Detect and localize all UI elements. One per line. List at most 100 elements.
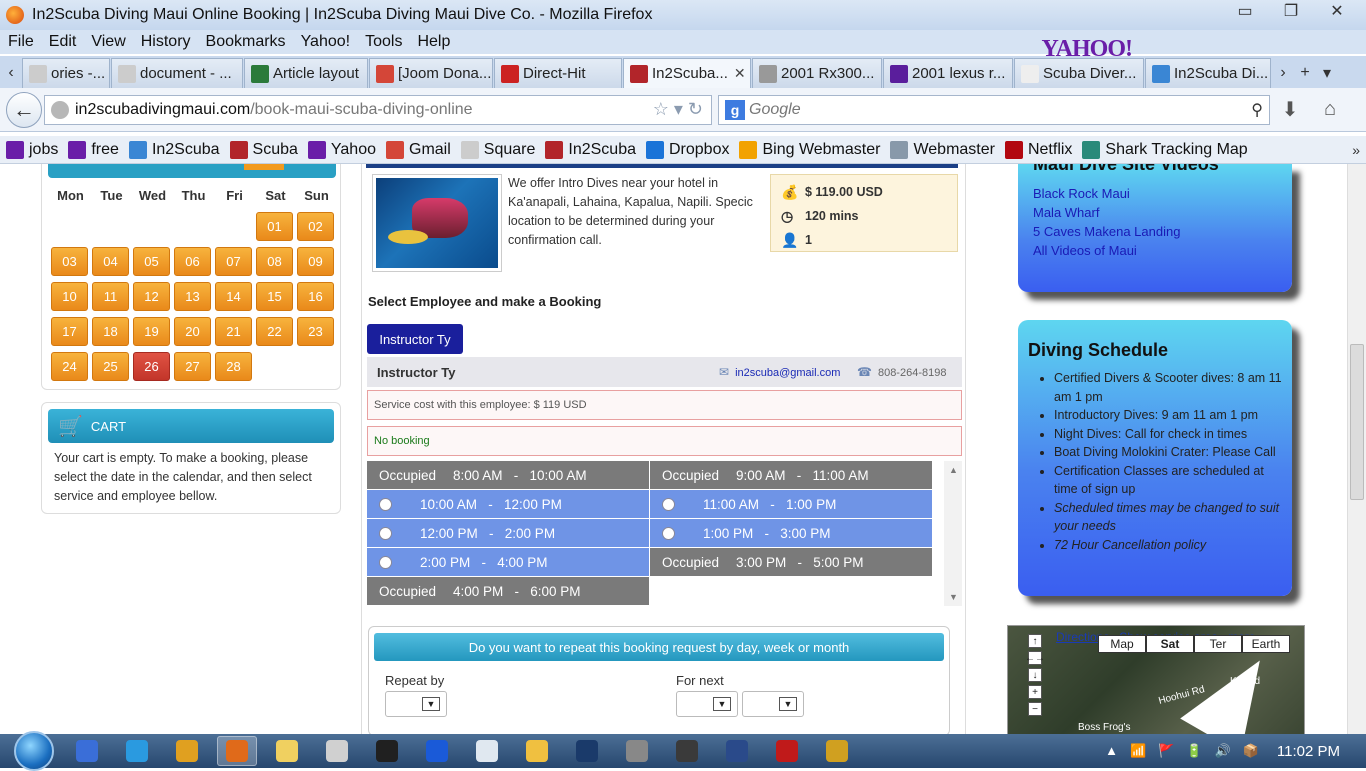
- new-tab-button[interactable]: +: [1294, 58, 1316, 88]
- calendar-day[interactable]: 26: [133, 352, 170, 381]
- calendar-day[interactable]: 16: [297, 282, 334, 311]
- calendar-day[interactable]: 01: [256, 212, 293, 241]
- browser-tab[interactable]: Article layout: [244, 58, 368, 88]
- calendar-day[interactable]: 24: [51, 352, 88, 381]
- tray-icon[interactable]: 📦: [1243, 743, 1259, 759]
- pdf-taskbar-button[interactable]: [767, 736, 807, 766]
- photoshop-taskbar-button[interactable]: [567, 736, 607, 766]
- calendar-day[interactable]: 15: [256, 282, 293, 311]
- available-slot[interactable]: 10:00 AM - 12:00 PM: [367, 490, 649, 519]
- available-slot[interactable]: 2:00 PM - 4:00 PM: [367, 548, 649, 577]
- scrollbar-thumb[interactable]: [1350, 344, 1364, 500]
- bookmark-item[interactable]: Scuba: [229, 140, 298, 159]
- restore-button[interactable]: ❐: [1268, 0, 1314, 22]
- calendar-day[interactable]: 13: [174, 282, 211, 311]
- upload-app-taskbar-button[interactable]: [417, 736, 457, 766]
- menu-item-edit[interactable]: Edit: [49, 33, 77, 51]
- map-type-button[interactable]: Earth: [1242, 635, 1290, 653]
- bookmark-item[interactable]: free: [68, 140, 119, 159]
- bookmark-item[interactable]: Gmail: [386, 140, 451, 159]
- calendar-day[interactable]: 22: [256, 317, 293, 346]
- folder-taskbar-button[interactable]: [517, 736, 557, 766]
- browser-tab[interactable]: document - ...: [111, 58, 243, 88]
- downloads-icon[interactable]: ⬇: [1270, 97, 1310, 122]
- browser-tab[interactable]: In2Scuba Di...: [1145, 58, 1271, 88]
- menu-item-file[interactable]: File: [8, 33, 34, 51]
- calendar-day[interactable]: 05: [133, 247, 170, 276]
- bookmarks-more-button[interactable]: »: [1352, 142, 1360, 158]
- minimize-button[interactable]: ▭: [1222, 0, 1268, 22]
- calendar-day[interactable]: 03: [51, 247, 88, 276]
- calendar-day[interactable]: 23: [297, 317, 334, 346]
- calendar-day[interactable]: 08: [256, 247, 293, 276]
- menu-item-yahoo[interactable]: Yahoo!: [301, 33, 351, 51]
- scroll-down-arrow-icon[interactable]: ▼: [949, 592, 958, 602]
- browser-tab[interactable]: Direct-Hit: [494, 58, 622, 88]
- for-next-count-select[interactable]: ▼: [676, 691, 738, 717]
- close-button[interactable]: ✕: [1314, 0, 1360, 22]
- calendar-day[interactable]: 25: [92, 352, 129, 381]
- bookmark-item[interactable]: In2Scuba: [128, 140, 220, 159]
- tray-icon[interactable]: 📶: [1130, 743, 1146, 759]
- slots-scrollbar[interactable]: ▲ ▼: [944, 461, 962, 606]
- bookmark-item[interactable]: Square: [460, 140, 535, 159]
- browser-tab[interactable]: In2Scuba... ✕: [623, 58, 751, 88]
- browser-tab[interactable]: Scuba Diver...: [1014, 58, 1144, 88]
- for-next-unit-select[interactable]: ▼: [742, 691, 804, 717]
- calendar-day[interactable]: 06: [174, 247, 211, 276]
- bookmark-item[interactable]: Bing Webmaster: [739, 140, 880, 159]
- menu-item-view[interactable]: View: [91, 33, 125, 51]
- tray-icon[interactable]: 🔊: [1215, 743, 1231, 759]
- search-input[interactable]: g Google ⚲: [718, 94, 1270, 125]
- bookmark-item[interactable]: Dropbox: [645, 140, 729, 159]
- calendar-day[interactable]: 21: [215, 317, 252, 346]
- calendar-day[interactable]: 12: [133, 282, 170, 311]
- slot-radio-button[interactable]: [662, 526, 675, 540]
- tools-taskbar-button[interactable]: [817, 736, 857, 766]
- calendar-day[interactable]: 14: [215, 282, 252, 311]
- map-type-button[interactable]: Map: [1098, 635, 1146, 653]
- video-link[interactable]: Mala Wharf: [1033, 203, 1292, 222]
- url-bar[interactable]: in2scubadivingmaui.com /book-maui-scuba-…: [44, 94, 712, 125]
- available-slot[interactable]: 11:00 AM - 1:00 PM: [650, 490, 932, 519]
- bookmark-item[interactable]: Netflix: [1004, 140, 1072, 159]
- url-action-icons[interactable]: ☆ ▾ ↻: [653, 99, 703, 120]
- video-link[interactable]: Black Rock Maui: [1033, 184, 1292, 203]
- menu-item-tools[interactable]: Tools: [365, 33, 402, 51]
- page-scrollbar[interactable]: [1347, 164, 1366, 734]
- search-icon[interactable]: ⚲: [1251, 100, 1263, 120]
- video-link[interactable]: All Videos of Maui: [1033, 241, 1292, 260]
- photo-app-taskbar-button[interactable]: [367, 736, 407, 766]
- calendar-day[interactable]: 17: [51, 317, 88, 346]
- calendar-day[interactable]: 27: [174, 352, 211, 381]
- google-engine-icon[interactable]: g: [725, 99, 745, 120]
- calendar-day[interactable]: 28: [215, 352, 252, 381]
- chrome-taskbar-button[interactable]: [167, 736, 207, 766]
- tab-close-icon[interactable]: ✕: [734, 65, 746, 82]
- calendar-day[interactable]: 20: [174, 317, 211, 346]
- ie-taskbar-button[interactable]: [117, 736, 157, 766]
- back-button[interactable]: ←: [6, 91, 42, 128]
- repeat-by-select[interactable]: ▼: [385, 691, 447, 717]
- map-control-button[interactable]: ↑: [1028, 634, 1042, 648]
- tab-scroll-left-button[interactable]: ‹: [0, 58, 22, 88]
- map-type-button[interactable]: Sat: [1146, 635, 1194, 653]
- menu-item-bookmarks[interactable]: Bookmarks: [206, 33, 286, 51]
- employee-tab-button[interactable]: Instructor Ty: [367, 324, 463, 354]
- slot-radio-button[interactable]: [379, 555, 392, 569]
- bookmark-item[interactable]: Shark Tracking Map: [1082, 140, 1248, 159]
- notepad-taskbar-button[interactable]: [467, 736, 507, 766]
- tab-scroll-right-button[interactable]: ›: [1272, 58, 1294, 88]
- tab-list-button[interactable]: ▾: [1316, 58, 1338, 88]
- browser-tab[interactable]: ories -...: [22, 58, 110, 88]
- repeat-booking-button[interactable]: Do you want to repeat this booking reque…: [374, 633, 944, 661]
- calendar-day[interactable]: 04: [92, 247, 129, 276]
- bookmark-item[interactable]: jobs: [6, 140, 58, 159]
- site-identity-icon[interactable]: [51, 100, 69, 119]
- calendar-day[interactable]: 07: [215, 247, 252, 276]
- map-control-button[interactable]: +: [1028, 685, 1042, 699]
- browser-tab[interactable]: [Joom Dona...: [369, 58, 493, 88]
- paint-taskbar-button[interactable]: [317, 736, 357, 766]
- calendar-day[interactable]: 09: [297, 247, 334, 276]
- menu-item-help[interactable]: Help: [417, 33, 450, 51]
